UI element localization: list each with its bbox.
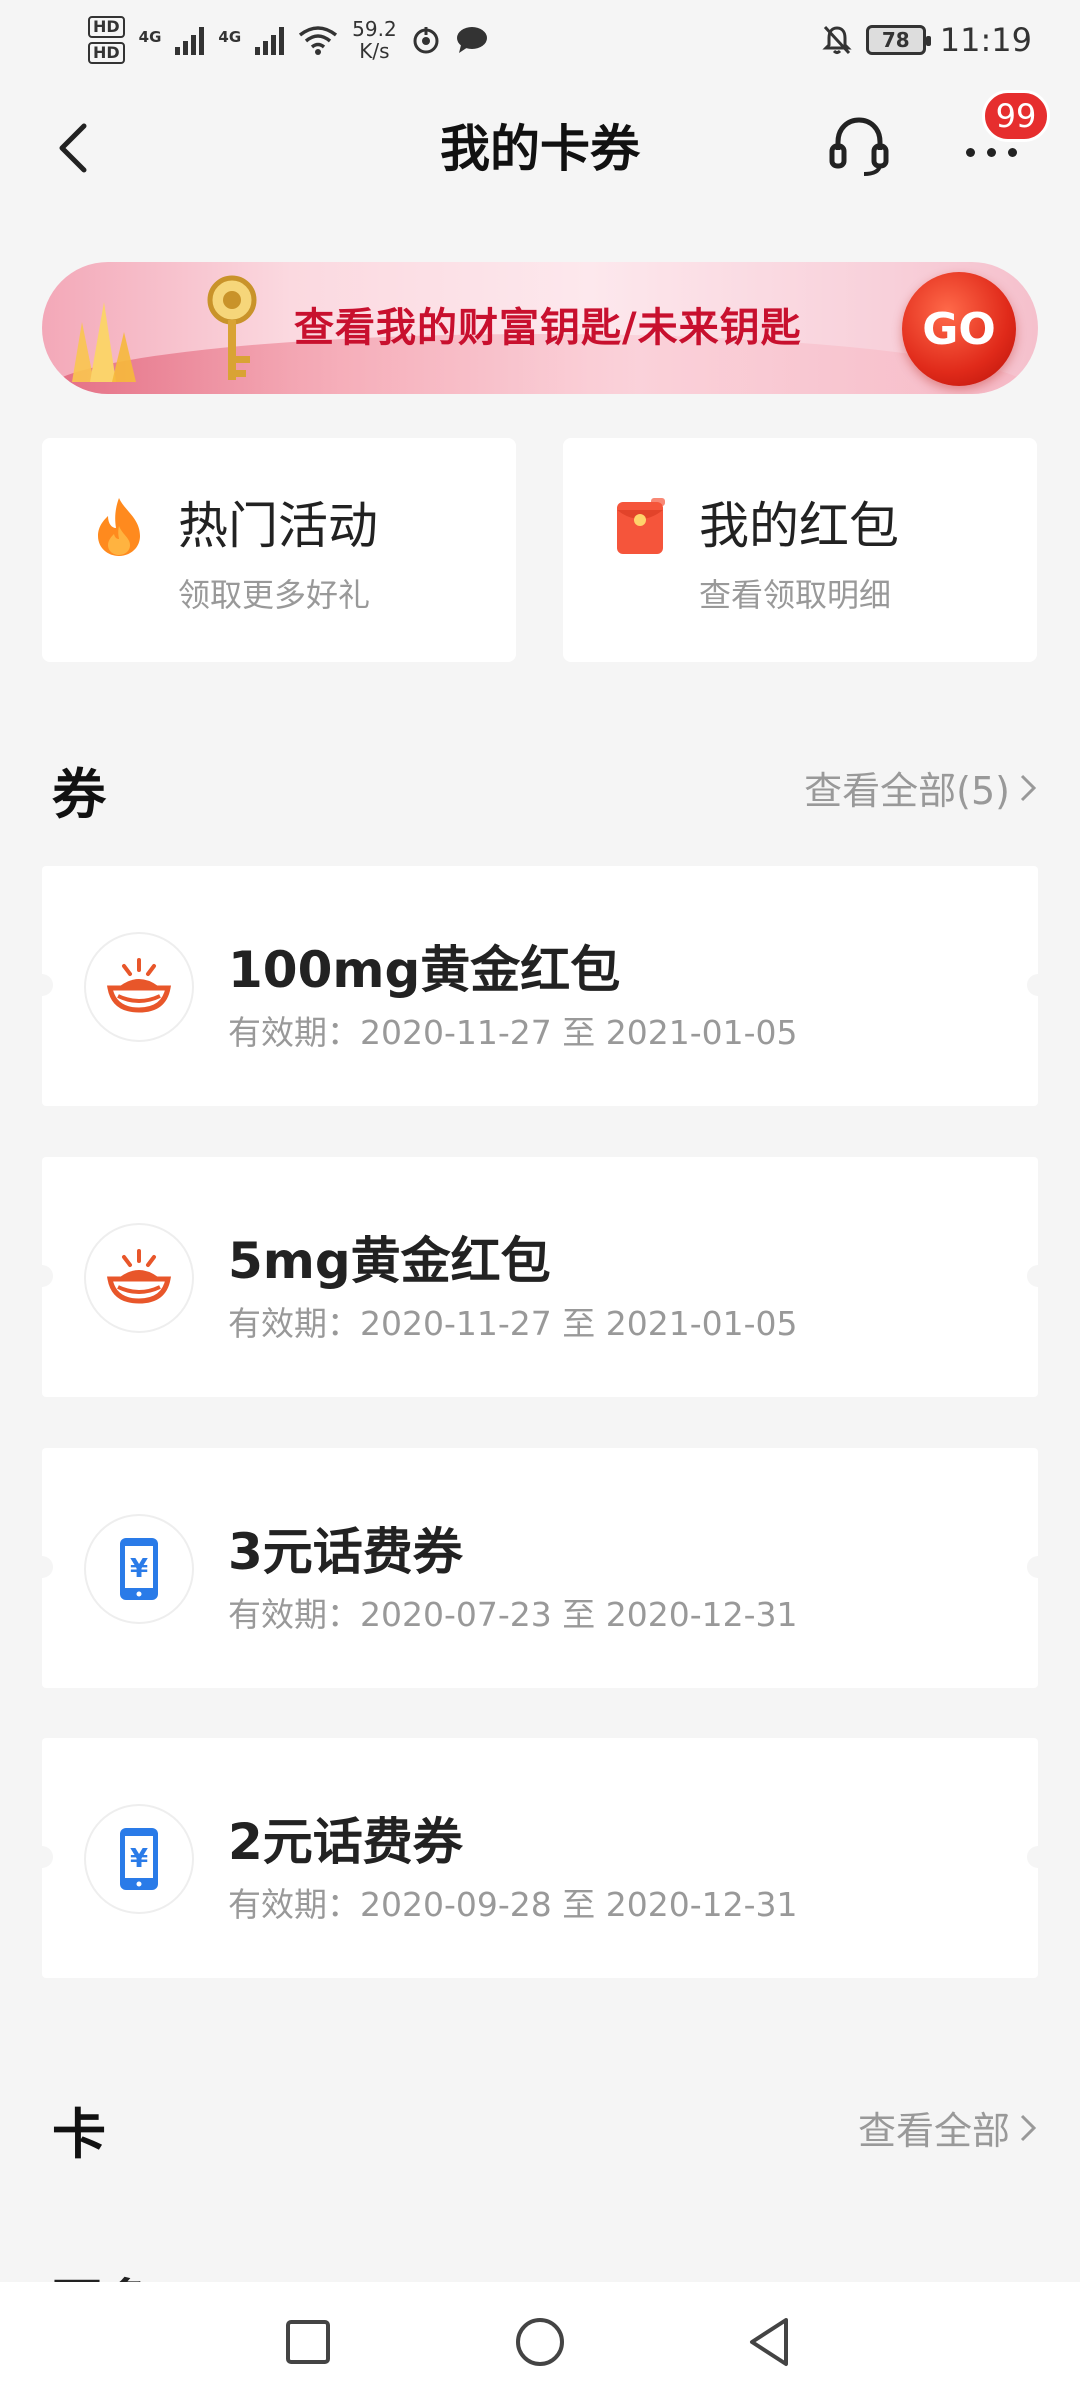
phone-yuan-icon: ¥ (120, 1828, 158, 1890)
home-icon[interactable] (510, 2312, 570, 2372)
battery-icon: 78 (865, 25, 931, 55)
coupon-item[interactable]: ¥ 3元话费券 有效期：2020-07-23 至 2020-12-31 (31, 1448, 1049, 1688)
svg-text:¥: ¥ (130, 1554, 148, 1584)
clock: 11:19 (939, 21, 1032, 59)
signal-icon (175, 25, 205, 55)
coupon-title: 5mg黄金红包 (228, 1232, 551, 1290)
coupon-validity: 有效期：2020-11-27 至 2021-01-05 (228, 1013, 798, 1052)
cards-section-title: 卡 (52, 2103, 106, 2166)
hotspot-icon (413, 27, 439, 54)
flame-icon (98, 498, 140, 556)
golden-key-icon (207, 275, 257, 380)
status-left: HD HD 4G 4G 59.2 K/s (88, 16, 489, 64)
coupon-title: 100mg黄金红包 (228, 941, 621, 999)
crystal-icon (72, 302, 136, 382)
network-type-1: 4G (138, 28, 162, 46)
coupon-validity: 有效期：2020-07-23 至 2020-12-31 (228, 1595, 798, 1634)
banner-text: 查看我的财富钥匙/未来钥匙 (294, 305, 802, 351)
coupons-view-all-label: 查看全部(5) (804, 769, 1010, 813)
coupon-icon-badge (84, 932, 194, 1042)
wealth-key-banner[interactable]: 查看我的财富钥匙/未来钥匙 GO (42, 262, 1038, 394)
coupon-validity: 有效期：2020-09-28 至 2020-12-31 (228, 1885, 798, 1924)
coupon-title: 2元话费券 (228, 1813, 463, 1871)
status-right: 78 11:19 (822, 21, 1032, 59)
network-type-2: 4G (218, 28, 242, 46)
coupon-icon-badge: ¥ (84, 1514, 194, 1624)
coupon-item[interactable]: ¥ 2元话费券 有效期：2020-09-28 至 2020-12-31 (31, 1738, 1049, 1978)
cards-view-all-link[interactable]: 查看全部 (858, 2100, 1038, 2155)
speed-value: 59.2 (352, 17, 397, 41)
hd1-label: HD (88, 16, 125, 38)
speed-unit: K/s (359, 39, 390, 63)
hot-activities-title: 热门活动 (178, 497, 378, 555)
customer-service-icon[interactable] (826, 112, 892, 178)
coupons-section-title: 券 (52, 763, 106, 826)
recent-apps-icon[interactable] (278, 2312, 338, 2372)
chevron-right-icon (1020, 2114, 1037, 2141)
hot-activities-subtitle: 领取更多好礼 (178, 576, 371, 614)
wifi-icon (299, 26, 338, 55)
coupon-icon-badge: ¥ (84, 1804, 194, 1914)
status-bar: HD HD 4G 4G 59.2 K/s 78 11:19 (0, 0, 1080, 80)
coupon-validity: 有效期：2020-11-27 至 2021-01-05 (228, 1304, 798, 1343)
my-red-envelope-title: 我的红包 (699, 497, 899, 555)
back-arrow-icon[interactable] (50, 118, 100, 178)
hot-activities-card[interactable]: 热门活动 领取更多好礼 (42, 438, 516, 662)
signal-icon (255, 25, 285, 55)
system-nav-bar (0, 2282, 1080, 2400)
hd2-label: HD (88, 42, 125, 64)
page-title: 我的卡券 (440, 120, 640, 178)
mute-bell-icon (822, 25, 852, 55)
nav-bar: 我的卡券 (0, 80, 1080, 210)
coupon-icon-badge (84, 1223, 194, 1333)
coupon-item[interactable]: 5mg黄金红包 有效期：2020-11-27 至 2021-01-05 (31, 1157, 1049, 1397)
red-envelope-icon (617, 498, 665, 554)
coupon-title: 3元话费券 (228, 1523, 463, 1581)
message-icon (456, 27, 487, 53)
gold-ingot-icon (107, 1249, 171, 1304)
coupons-view-all-link[interactable]: 查看全部(5) (804, 760, 1038, 815)
chevron-right-icon (1020, 774, 1037, 801)
my-red-envelope-card[interactable]: 我的红包 查看领取明细 (563, 438, 1037, 662)
svg-text:¥: ¥ (130, 1844, 148, 1874)
notification-badge: 99 (982, 90, 1050, 142)
system-back-icon[interactable] (740, 2312, 800, 2372)
network-speed: 59.2 K/s (352, 18, 397, 62)
cards-view-all-label: 查看全部 (857, 2109, 1010, 2153)
gold-ingot-icon (107, 958, 171, 1013)
my-red-envelope-subtitle: 查看领取明细 (699, 576, 892, 614)
phone-yuan-icon: ¥ (120, 1538, 158, 1600)
coupon-item[interactable]: 100mg黄金红包 有效期：2020-11-27 至 2021-01-05 (31, 866, 1049, 1106)
hd-indicator: HD HD (88, 16, 125, 64)
go-button[interactable]: GO (902, 272, 1016, 386)
